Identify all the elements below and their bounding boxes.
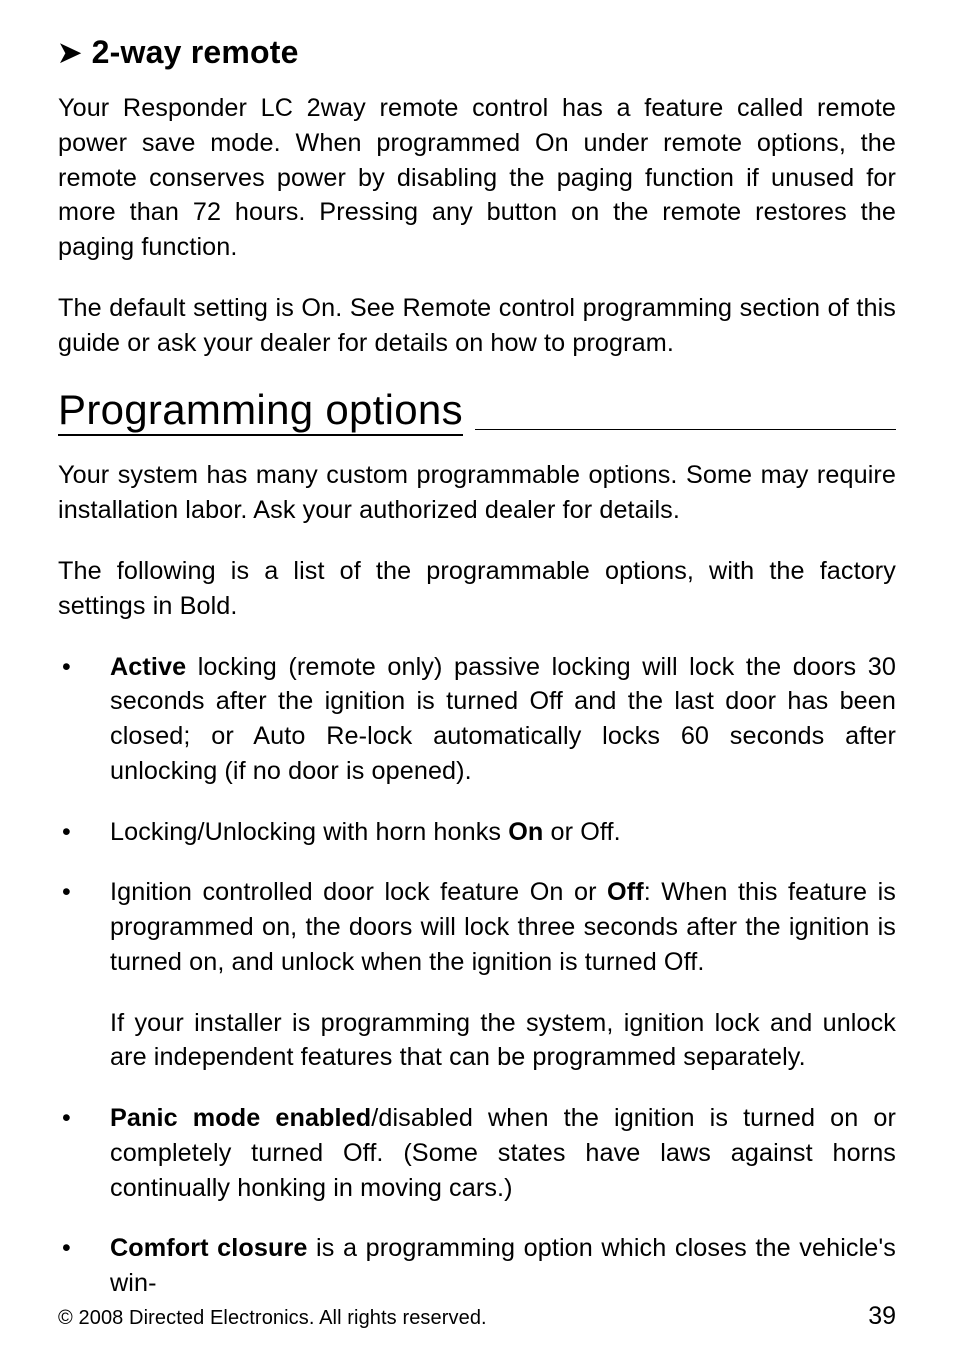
subsection-heading-text: 2-way remote [92, 34, 299, 71]
page-footer: © 2008 Directed Electronics. All rights … [58, 1302, 896, 1331]
option-text: locking (remote only) passive locking wi… [110, 653, 896, 785]
option-default-bold: Panic mode enabled [110, 1104, 371, 1132]
option-text: Ignition controlled door lock feature On… [110, 878, 607, 906]
option-default-bold: Comfort closure [110, 1234, 307, 1262]
paragraph: The following is a list of the programma… [58, 554, 896, 624]
section-heading-wrap: Programming options [58, 388, 896, 436]
subsection-heading-2way-remote: ➤ 2-way remote [58, 34, 896, 71]
list-item: Comfort closure is a programming option … [58, 1231, 896, 1301]
paragraph: Your Responder LC 2way remote control ha… [58, 91, 896, 265]
page-number: 39 [868, 1302, 896, 1331]
list-item: Active locking (remote only) passive loc… [58, 650, 896, 789]
list-item: Panic mode enabled/disabled when the ign… [58, 1101, 896, 1205]
option-default-bold: Off [607, 878, 644, 906]
page: ➤ 2-way remote Your Responder LC 2way re… [0, 0, 954, 1359]
list-item: Ignition controlled door lock feature On… [58, 875, 896, 1075]
section-heading-programming-options: Programming options [58, 388, 463, 436]
heading-rule [475, 429, 896, 430]
option-text: Locking/Unlocking with horn honks [110, 818, 508, 846]
copyright-text: © 2008 Directed Electronics. All rights … [58, 1307, 487, 1330]
option-subtext: If your installer is programming the sys… [110, 1006, 896, 1076]
option-default-bold: On [508, 818, 543, 846]
option-default-bold: Active [110, 653, 186, 681]
arrow-right-icon: ➤ [58, 39, 82, 67]
paragraph: The default setting is On. See Remote co… [58, 291, 896, 361]
list-item: Locking/Unlocking with horn honks On or … [58, 815, 896, 850]
options-list: Active locking (remote only) passive loc… [58, 650, 896, 1301]
paragraph: Your system has many custom programmable… [58, 458, 896, 528]
option-text: or Off. [543, 818, 620, 846]
